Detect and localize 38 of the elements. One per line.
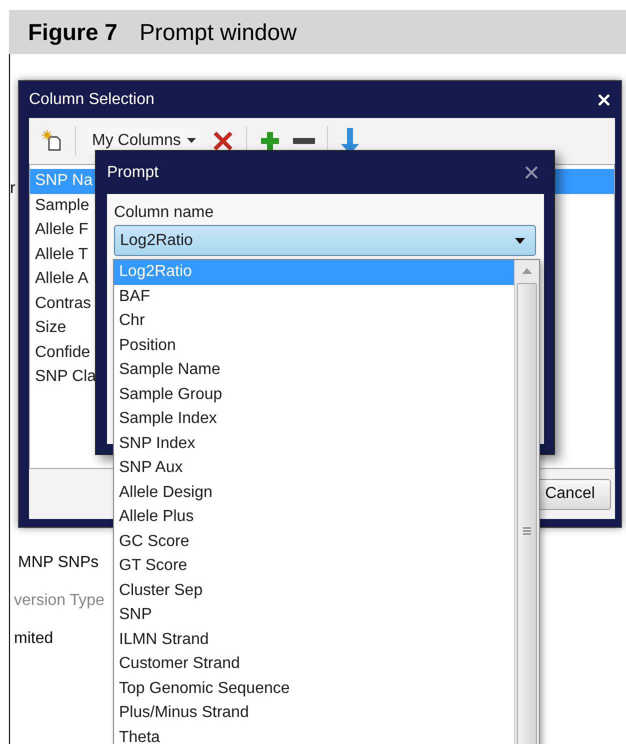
dropdown-option[interactable]: Position	[114, 334, 514, 358]
scrollbar[interactable]	[514, 260, 539, 744]
delete-icon[interactable]	[212, 130, 234, 152]
dropdown-option[interactable]: Customer Strand	[114, 652, 514, 676]
dropdown-option[interactable]: Sample Name	[114, 358, 514, 382]
dropdown-option[interactable]: GC Score	[114, 530, 514, 554]
dropdown-option[interactable]: Allele Design	[114, 480, 514, 505]
field-label: Column name	[114, 204, 215, 222]
scroll-thumb[interactable]	[517, 283, 537, 744]
dropdown-option[interactable]: GT Score	[114, 554, 514, 578]
add-icon[interactable]	[258, 130, 281, 152]
new-item-icon[interactable]	[41, 130, 63, 152]
dropdown-option[interactable]: ILMN Strand	[114, 628, 514, 652]
figure-label: Figure 7	[28, 18, 118, 46]
caret-icon	[515, 238, 525, 244]
dropdown-option[interactable]: Chr	[114, 309, 514, 334]
window-title: Column Selection	[29, 90, 154, 108]
caret-icon	[186, 138, 196, 144]
dropdown-option[interactable]: SNP Index	[114, 432, 514, 456]
dropdown-option[interactable]: Cluster Sep	[114, 578, 514, 603]
dropdown-option[interactable]: BAF	[114, 284, 514, 309]
background-label: mited	[14, 630, 54, 648]
background-label: version Type	[14, 592, 104, 610]
dropdown-option[interactable]: Sample Index	[114, 407, 514, 432]
dropdown-option[interactable]: SNP Aux	[114, 456, 514, 480]
dropdown-option[interactable]: Sample Group	[114, 382, 514, 407]
background-label: MNP SNPs	[18, 554, 99, 572]
background-label: r	[10, 180, 16, 198]
dropdown-option[interactable]: Plus/Minus Strand	[114, 701, 514, 726]
dialog-title: Prompt	[107, 164, 159, 182]
column-name-combo[interactable]: Log2Ratio	[114, 225, 536, 256]
dropdown-option[interactable]: Theta	[114, 726, 514, 744]
dropdown-option[interactable]: Top Genomic Sequence	[114, 676, 514, 701]
dropdown-option[interactable]: Allele Plus	[114, 505, 514, 530]
figure-title: Prompt window	[139, 18, 297, 46]
remove-icon[interactable]	[292, 137, 315, 145]
dropdown-option[interactable]: SNP	[114, 603, 514, 628]
grip-icon	[522, 526, 532, 536]
